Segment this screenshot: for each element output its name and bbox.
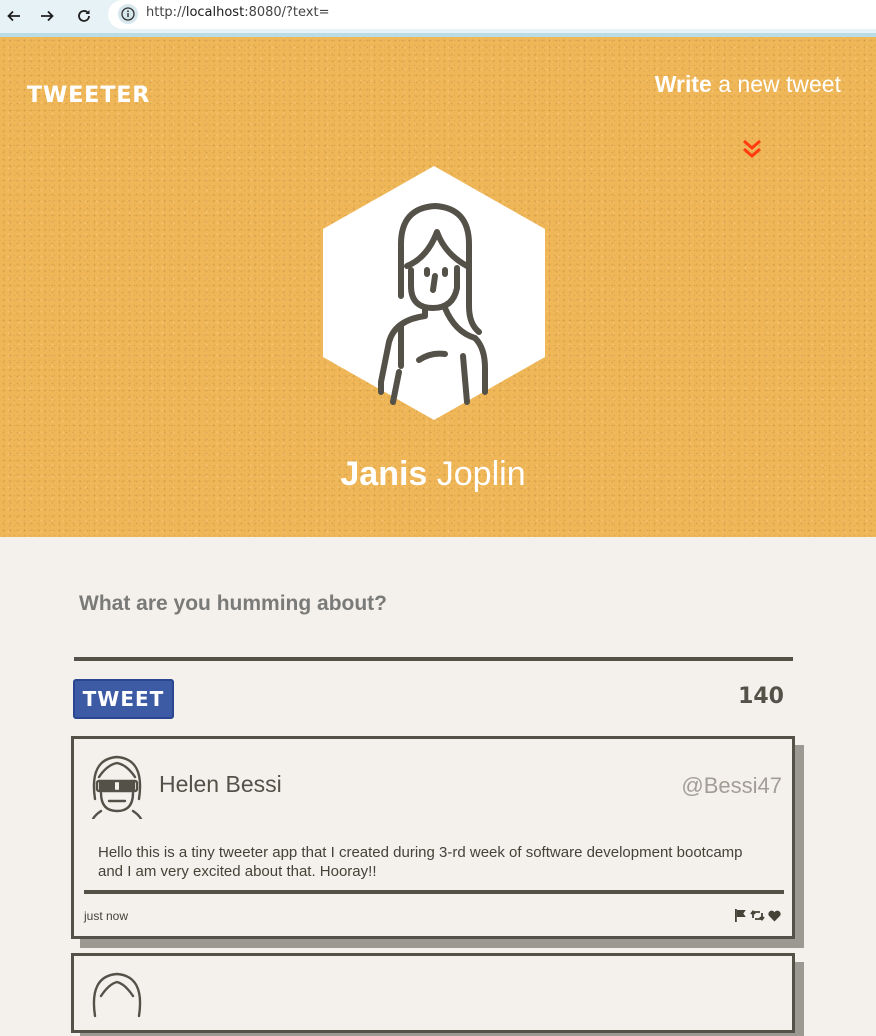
compose-link-bold: Write xyxy=(654,71,712,97)
reload-icon[interactable] xyxy=(73,5,95,27)
flag-icon[interactable] xyxy=(733,908,748,923)
tweet-text: Hello this is a tiny tweeter app that I … xyxy=(98,844,743,880)
tweet-author-avatar xyxy=(91,755,143,819)
tweet-author-name: Helen Bessi xyxy=(159,771,282,797)
tweet-timestamp: just now xyxy=(84,909,129,923)
tweet-actions xyxy=(733,907,782,923)
profile-last-name: Joplin xyxy=(427,455,526,493)
profile-name: Janis Joplin xyxy=(0,455,866,494)
profile-header: TWEETER Write a new tweet Janis Joplin xyxy=(0,37,876,537)
double-chevron-down-icon[interactable] xyxy=(741,138,763,160)
heart-icon[interactable] xyxy=(767,908,782,923)
address-bar[interactable]: http://localhost:8080/?text= xyxy=(108,0,876,29)
url-scheme: http:// xyxy=(146,5,186,20)
profile-avatar xyxy=(323,166,545,420)
url-host: localhost xyxy=(185,5,245,20)
url-text[interactable]: http://localhost:8080/?text= xyxy=(146,5,329,20)
character-counter: 140 xyxy=(738,684,784,709)
write-new-tweet-link[interactable]: Write a new tweet xyxy=(655,71,841,98)
tweet-card: Helen Bessi @Bessi47 Hello this is a tin… xyxy=(71,736,795,939)
tweet-divider xyxy=(84,890,784,894)
profile-first-name: Janis xyxy=(340,455,428,493)
app-logo[interactable]: TWEETER xyxy=(27,83,150,108)
tweet-author-handle: @Bessi47 xyxy=(681,773,782,798)
compose-link-rest: a new tweet xyxy=(711,71,841,97)
tweet-button[interactable]: TWEET xyxy=(73,679,174,719)
tweet-card xyxy=(71,953,795,1033)
info-icon[interactable] xyxy=(118,4,138,24)
forward-arrow-icon[interactable] xyxy=(36,5,58,27)
tweet-compose-input[interactable]: What are you humming about? xyxy=(79,592,387,616)
browser-toolbar: http://localhost:8080/?text= xyxy=(0,0,876,37)
tweet-author-avatar xyxy=(92,972,142,1018)
url-path: :8080/?text= xyxy=(244,5,330,20)
back-arrow-icon[interactable] xyxy=(3,5,25,27)
compose-divider xyxy=(74,657,793,661)
retweet-icon[interactable] xyxy=(750,908,765,923)
